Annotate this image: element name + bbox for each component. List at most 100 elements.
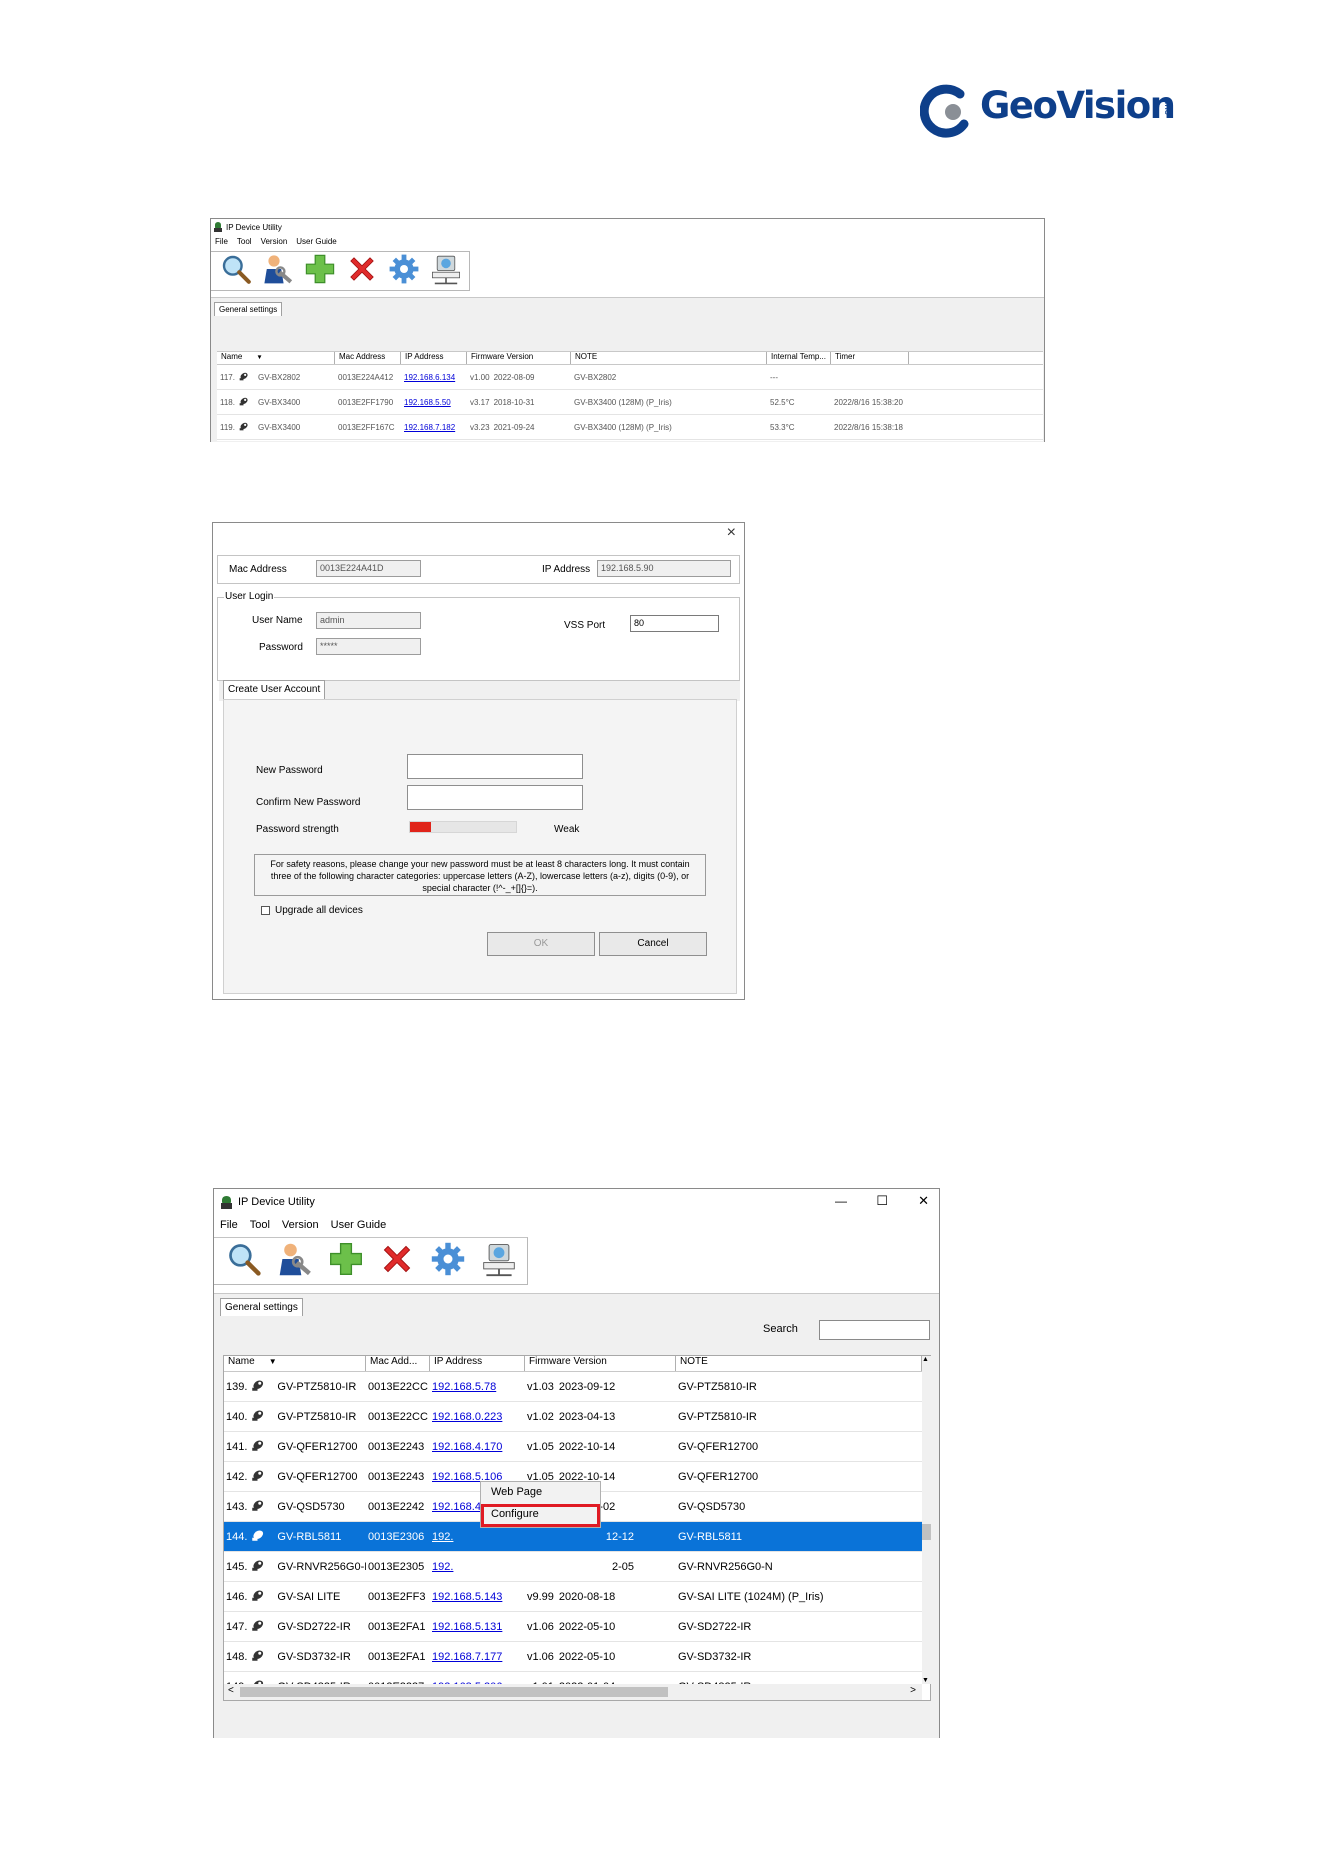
column-header-firmware-version[interactable]: Firmware Version: [525, 1356, 676, 1371]
search-button[interactable]: [218, 1238, 269, 1284]
scroll-up-arrow[interactable]: ▲: [922, 1356, 929, 1363]
ip-address-link[interactable]: 192.168.5.143: [430, 1591, 525, 1603]
menu-user-guide[interactable]: User Guide: [296, 237, 336, 249]
table-row[interactable]: 149.GV-SD4825-IR0013E2237192.168.5.206v1…: [224, 1672, 922, 1684]
add-button[interactable]: [299, 252, 341, 290]
column-header-internal-temp[interactable]: Internal Temp...: [767, 352, 831, 364]
column-header-name[interactable]: Name ▼: [217, 352, 335, 364]
search-input[interactable]: [819, 1320, 930, 1340]
firmware-cell: v1.00 2022-08-09: [467, 373, 571, 382]
confirm-password-input[interactable]: [407, 785, 583, 810]
column-header-mac-address[interactable]: Mac Address: [335, 352, 401, 364]
settings-gear-button[interactable]: [383, 252, 425, 290]
minimize-button[interactable]: —: [835, 1194, 847, 1208]
firmware-version: v1.03: [527, 1380, 554, 1393]
menu-tool[interactable]: Tool: [250, 1219, 270, 1235]
password-strength-label: Password strength: [256, 824, 339, 835]
menu-version[interactable]: Version: [261, 237, 288, 249]
row-index: 146.: [226, 1590, 248, 1603]
firmware-cell: 2-05: [525, 1561, 676, 1573]
table-row[interactable]: 140. GV-PTZ5810-IR 0013E22CC 192.168.0.223 v…: [224, 1402, 922, 1432]
horizontal-scroll-thumb[interactable]: [240, 1687, 668, 1697]
sort-down-icon[interactable]: ▼: [256, 354, 262, 361]
scroll-down-arrow[interactable]: ▼: [922, 1677, 929, 1684]
horizontal-scrollbar[interactable]: < >: [224, 1684, 922, 1700]
camera-icon: [250, 1588, 265, 1606]
cancel-button[interactable]: Cancel: [599, 932, 707, 956]
scroll-left-arrow[interactable]: <: [228, 1685, 234, 1696]
ok-button[interactable]: OK: [487, 932, 595, 956]
new-password-input[interactable]: [407, 754, 583, 779]
confirm-password-label: Confirm New Password: [256, 797, 361, 808]
menu-file[interactable]: File: [215, 237, 228, 249]
ip-address-link[interactable]: 192.168.5.50: [401, 398, 467, 407]
user-config-button[interactable]: [257, 252, 299, 290]
table-row[interactable]: 147. GV-SD2722-IR 0013E2FA1 192.168.5.131 v1…: [224, 1612, 922, 1642]
column-header-label: Firmware Version: [471, 352, 534, 361]
table-row[interactable]: 145. GV-RNVR256G0-N 0013E2305 192. 2-05 GV-RN…: [224, 1552, 922, 1582]
user-config-button[interactable]: [269, 1238, 320, 1284]
column-header-firmware-version[interactable]: Firmware Version: [467, 352, 571, 364]
firmware-version: v1.02: [527, 1410, 554, 1423]
table-row[interactable]: 117. GV-BX2802 0013E224A412 192.168.6.134 v1…: [217, 365, 1043, 390]
table-row[interactable]: 118. GV-BX3400 0013E2FF1790 192.168.5.50 v3.…: [217, 390, 1043, 415]
ip-address-link[interactable]: 192.168.5.131: [430, 1621, 525, 1633]
network-device-button[interactable]: [473, 1238, 524, 1284]
vss-port-input[interactable]: 80: [630, 615, 719, 632]
delete-button[interactable]: [371, 1238, 422, 1284]
tab-general-settings[interactable]: General settings: [220, 1298, 303, 1316]
network-device-button[interactable]: [425, 252, 467, 290]
table-row[interactable]: 146. GV-SAI LITE 0013E2FF3 192.168.5.143 v9.…: [224, 1582, 922, 1612]
column-header-mac-add[interactable]: Mac Add...: [366, 1356, 430, 1371]
delete-button[interactable]: [341, 252, 383, 290]
tab-general-settings[interactable]: General settings: [214, 302, 283, 316]
ip-address-link[interactable]: 192.168.7.182: [401, 423, 467, 432]
column-header-ip-address[interactable]: IP Address: [430, 1356, 525, 1371]
firmware-date: 12-12: [605, 1530, 634, 1543]
device-name: GV-BX2802: [257, 372, 301, 382]
name-cell: 139. GV-PTZ5810-IR: [224, 1378, 366, 1396]
ip-address-link[interactable]: 192.168.6.134: [401, 373, 467, 382]
column-header-name[interactable]: Name ▼: [224, 1356, 366, 1371]
geovision-logo-mark-icon: [920, 84, 969, 138]
menu-user-guide[interactable]: User Guide: [331, 1219, 387, 1235]
ip-address-link[interactable]: 192.: [430, 1531, 525, 1543]
column-header-note[interactable]: NOTE: [571, 352, 767, 364]
ip-address-link[interactable]: 192.168.5.78: [430, 1381, 525, 1393]
sort-down-icon[interactable]: ▼: [269, 1357, 277, 1366]
password-field[interactable]: *****: [316, 638, 421, 655]
vertical-scroll-thumb[interactable]: [922, 1524, 931, 1540]
column-header-timer[interactable]: Timer: [831, 352, 909, 364]
menu-version[interactable]: Version: [282, 1219, 319, 1235]
ip-address-link[interactable]: 192.168.0.223: [430, 1411, 525, 1423]
firmware-cell: v3.17 2018-10-31: [467, 398, 571, 407]
ip-address-link[interactable]: 192.: [430, 1561, 525, 1573]
settings-gear-button[interactable]: [422, 1238, 473, 1284]
context-menu-configure[interactable]: Configure: [491, 1508, 539, 1520]
tab-create-user-account[interactable]: Create User Account: [223, 680, 326, 699]
search-button[interactable]: [215, 252, 257, 290]
vertical-scrollbar[interactable]: ▲ ▼: [922, 1356, 931, 1684]
table-row[interactable]: 148. GV-SD3732-IR 0013E2FA1 192.168.7.177 v1…: [224, 1642, 922, 1672]
context-menu-web-page[interactable]: Web Page: [491, 1486, 542, 1498]
camera-icon: [250, 1648, 265, 1666]
mac-cell: 0013E2FF167C: [338, 422, 395, 432]
ip-address-link[interactable]: 192.168.4.170: [430, 1441, 525, 1453]
maximize-button[interactable]: ☐: [876, 1193, 888, 1209]
upgrade-all-checkbox[interactable]: [261, 906, 270, 915]
configure-dialog: × Mac Address 0013E224A41D IP Address 19…: [212, 522, 745, 1000]
scroll-right-arrow[interactable]: >: [910, 1685, 916, 1696]
user-name-field[interactable]: admin: [316, 612, 421, 629]
ip-address-link[interactable]: 192.168.7.177: [430, 1651, 525, 1663]
close-button[interactable]: ✕: [918, 1193, 929, 1209]
table-row[interactable]: 139. GV-PTZ5810-IR 0013E22CC 192.168.5.78 v1…: [224, 1372, 922, 1402]
table-row[interactable]: 119. GV-BX3400 0013E2FF167C 192.168.7.182 v3…: [217, 415, 1043, 440]
row-index: 141.: [226, 1440, 248, 1453]
column-header-ip-address[interactable]: IP Address: [401, 352, 467, 364]
dialog-close-button[interactable]: ×: [727, 524, 736, 542]
column-header-note[interactable]: NOTE: [676, 1356, 922, 1371]
add-button[interactable]: [320, 1238, 371, 1284]
menu-file[interactable]: File: [220, 1219, 238, 1235]
table-row[interactable]: 141. GV-QFER12700 0013E2243 192.168.4.170 v1…: [224, 1432, 922, 1462]
menu-tool[interactable]: Tool: [237, 237, 252, 249]
